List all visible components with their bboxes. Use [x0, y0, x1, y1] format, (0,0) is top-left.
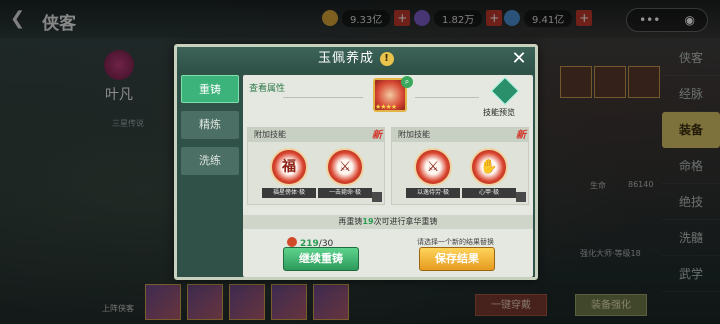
tab-refine[interactable]: 精炼 [181, 111, 239, 139]
skill-armor-icon[interactable]: ✋ [470, 148, 508, 186]
replace-hint: 请选择一个新的结果替换 [417, 238, 494, 246]
close-icon[interactable]: ✕ [509, 49, 529, 69]
skill-label: 福星傍体·极 [262, 188, 316, 198]
dialog-tab-bar: 重铸 精炼 洗练 [181, 75, 239, 183]
view-attributes-link[interactable]: 查看属性 [249, 81, 285, 94]
skill-strike-icon[interactable]: ⚔ [326, 148, 364, 186]
skill-label: 一击毙命·极 [318, 188, 372, 198]
divider [415, 97, 479, 98]
lock-icon[interactable] [372, 192, 382, 202]
continue-recast-button[interactable]: 继续重铸 [283, 247, 359, 271]
new-skill-header: 附加技能 [392, 128, 528, 142]
skill-preview-icon[interactable] [490, 76, 520, 106]
skill-fortune-icon[interactable]: 福 [270, 148, 308, 186]
skill-preview-label[interactable]: 技能预览 [483, 107, 515, 118]
new-skill-box: 附加技能 新 ⚔ 以逸待劳·极 ✋ 心甲·极 [391, 127, 529, 205]
skill-label: 以逸待劳·极 [406, 188, 460, 198]
new-tag: 新 [516, 130, 526, 141]
item-stars: ★★★★ [375, 103, 397, 111]
lock-icon[interactable] [516, 192, 526, 202]
current-skill-box: 附加技能 新 福 福星傍体·极 ⚔ 一击毙命·极 [247, 127, 385, 205]
help-icon[interactable]: ! [380, 52, 394, 66]
skill-sword-icon[interactable]: ⚔ [414, 148, 452, 186]
recast-note-prefix: 再重铸 [338, 217, 363, 226]
new-tag: 新 [372, 130, 382, 141]
current-skill-header: 附加技能 [248, 128, 384, 142]
recast-note-suffix: 次可进行拿华重铸 [373, 217, 438, 226]
dialog-title-text: 玉佩养成 [317, 51, 374, 66]
dialog-title: 玉佩养成! [177, 47, 535, 71]
tab-wash[interactable]: 洗练 [181, 147, 239, 175]
jade-upgrade-dialog: 玉佩养成! ✕ 重铸 精炼 洗练 查看属性 ★★★★ ⌕ 技能预览 附加技能 新… [174, 44, 538, 280]
save-result-button[interactable]: 保存结果 [419, 247, 495, 271]
recast-note: 再重铸19次可进行拿华重铸 [243, 215, 533, 229]
recast-panel: 查看属性 ★★★★ ⌕ 技能预览 附加技能 新 福 福星傍体·极 ⚔ 一击毙命·… [243, 75, 533, 277]
tab-recast[interactable]: 重铸 [181, 75, 239, 103]
skill-label: 心甲·极 [462, 188, 516, 198]
divider [283, 97, 363, 98]
search-icon[interactable]: ⌕ [401, 76, 413, 88]
recast-note-count: 19 [362, 217, 374, 226]
material-icon [287, 237, 297, 247]
